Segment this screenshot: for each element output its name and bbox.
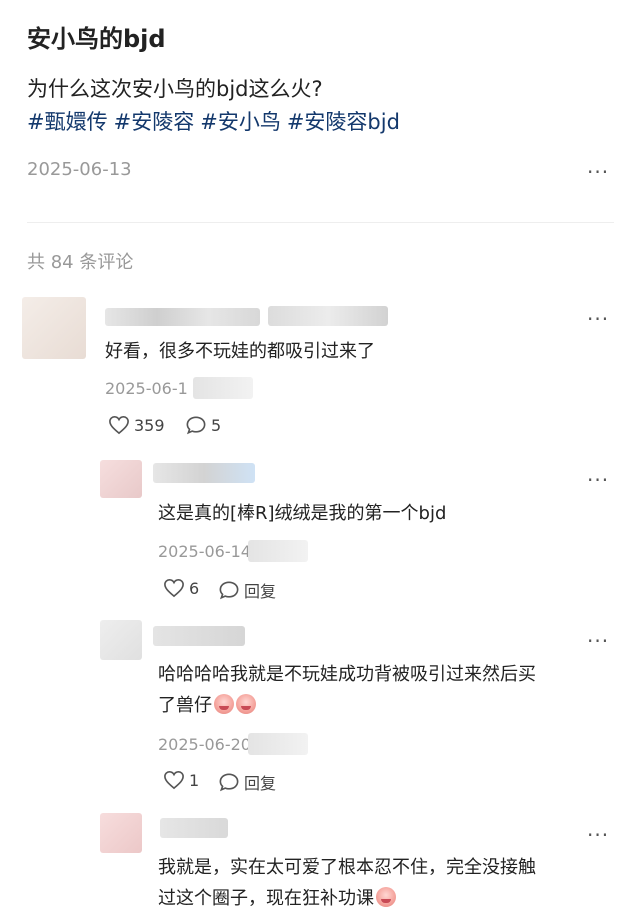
username-blurred[interactable]	[153, 626, 245, 646]
comment-bubble-icon	[219, 773, 239, 792]
tag-link[interactable]: #安陵容	[114, 110, 195, 134]
reply-date: 2025-06-20	[158, 735, 251, 754]
reply-button[interactable]: 回复	[218, 578, 276, 602]
more-horizontal-icon[interactable]: ···	[587, 162, 609, 182]
heart-icon	[164, 770, 184, 790]
username-blurred[interactable]	[160, 818, 228, 838]
like-button[interactable]: 6	[163, 578, 199, 598]
date-blurred	[193, 377, 253, 399]
avatar[interactable]	[100, 460, 142, 498]
like-button[interactable]: 359	[108, 415, 165, 435]
tag-link[interactable]: #安陵容bjd	[287, 110, 400, 134]
comment-date: 2025-06-1	[105, 379, 188, 398]
date-blurred	[248, 733, 308, 755]
post-title: 安小鸟的bjd	[27, 25, 166, 53]
comment-bubble-icon	[186, 416, 206, 435]
like-count: 6	[189, 578, 200, 598]
comment-text: 好看，很多不玩娃的都吸引过来了	[105, 341, 375, 362]
comment-count: 共 84 条评论	[27, 252, 134, 273]
tag-link[interactable]: #甄嬛传	[27, 110, 108, 134]
username-blurred	[268, 306, 388, 326]
reply-count-button[interactable]: 5	[185, 415, 221, 435]
reply-label: 回复	[244, 774, 277, 793]
like-count: 359	[134, 415, 165, 435]
reply-date: 2025-06-14	[158, 542, 251, 561]
peach-face-emoji-icon	[376, 887, 396, 907]
heart-icon	[164, 578, 184, 598]
date-blurred	[248, 540, 308, 562]
like-count: 1	[189, 770, 200, 790]
reply-label: 回复	[244, 582, 277, 601]
crying-face-emoji-icon	[214, 694, 234, 714]
post-tags: #甄嬛传 #安陵容 #安小鸟 #安陵容bjd	[27, 106, 406, 136]
avatar[interactable]	[100, 620, 142, 660]
crying-face-emoji-icon	[236, 694, 256, 714]
reply-count: 5	[211, 415, 222, 435]
post-question: 为什么这次安小鸟的bjd这么火?	[27, 77, 323, 101]
reply-text-line2: 了兽仔	[158, 692, 256, 720]
reply-text-line2: 过这个圈子，现在狂补功课	[158, 885, 396, 913]
avatar[interactable]	[22, 297, 86, 359]
username-blurred[interactable]	[105, 308, 260, 326]
comment-bubble-icon	[219, 581, 239, 600]
more-horizontal-icon[interactable]: ···	[587, 309, 609, 329]
like-button[interactable]: 1	[163, 770, 199, 790]
heart-icon	[109, 415, 129, 435]
username-blurred[interactable]	[153, 463, 255, 483]
more-horizontal-icon[interactable]: ···	[587, 825, 609, 845]
avatar[interactable]	[100, 813, 142, 853]
more-horizontal-icon[interactable]: ···	[587, 631, 609, 651]
reply-button[interactable]: 回复	[218, 770, 276, 794]
post-date: 2025-06-13	[27, 159, 132, 180]
divider	[27, 222, 614, 223]
reply-text-line1: 哈哈哈哈我就是不玩娃成功背被吸引过来然后买	[158, 664, 536, 685]
more-horizontal-icon[interactable]: ···	[587, 470, 609, 490]
reply-text-line1: 我就是，实在太可爱了根本忍不住，完全没接触	[158, 857, 536, 878]
reply-text: 这是真的[棒R]绒绒是我的第一个bjd	[158, 503, 447, 524]
tag-link[interactable]: #安小鸟	[200, 110, 281, 134]
